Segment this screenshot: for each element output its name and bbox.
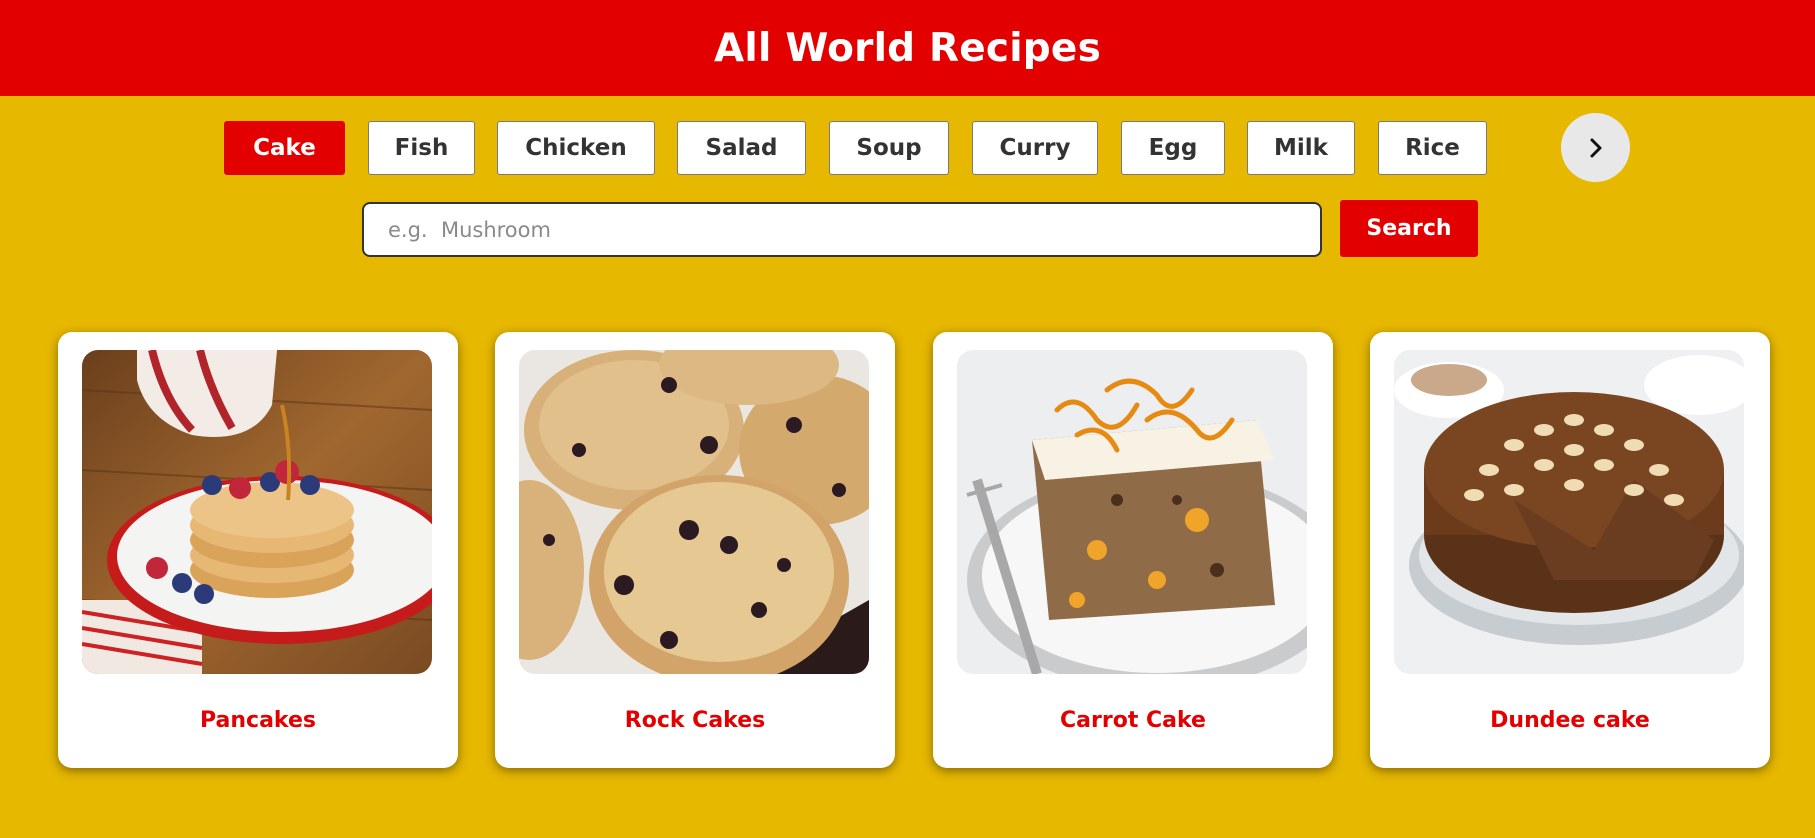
dundee-cake-photo[interactable]	[1394, 350, 1744, 674]
carrot-cake-photo[interactable]	[957, 350, 1307, 674]
category-chip-rice[interactable]: Rice	[1378, 121, 1487, 175]
recipe-title[interactable]: Rock Cakes	[495, 708, 895, 733]
recipe-card-pancakes[interactable]: Pancakes	[58, 332, 458, 768]
category-chip-curry[interactable]: Curry	[972, 121, 1098, 175]
recipe-title[interactable]: Pancakes	[58, 708, 458, 733]
app-header: All World Recipes	[0, 0, 1815, 96]
search-input[interactable]	[362, 202, 1322, 257]
pancakes-photo[interactable]	[82, 350, 432, 674]
recipe-card-rock-cakes[interactable]: Rock Cakes	[495, 332, 895, 768]
page-title: All World Recipes	[714, 25, 1101, 71]
category-chip-salad[interactable]: Salad	[677, 121, 806, 175]
search-button[interactable]: Search	[1340, 200, 1478, 257]
recipe-card-carrot-cake[interactable]: Carrot Cake	[933, 332, 1333, 768]
next-categories-button[interactable]	[1561, 113, 1630, 182]
rock-cakes-photo[interactable]	[519, 350, 869, 674]
recipe-title[interactable]: Dundee cake	[1370, 708, 1770, 733]
category-bar: Cake Fish Chicken Salad Soup Curry Egg M…	[0, 121, 1815, 175]
category-chip-egg[interactable]: Egg	[1121, 121, 1225, 175]
recipe-card-dundee-cake[interactable]: Dundee cake	[1370, 332, 1770, 768]
category-chip-soup[interactable]: Soup	[829, 121, 949, 175]
category-chip-cake[interactable]: Cake	[224, 121, 345, 175]
chevron-right-icon	[1590, 138, 1601, 157]
recipe-title[interactable]: Carrot Cake	[933, 708, 1333, 733]
category-chip-fish[interactable]: Fish	[368, 121, 475, 175]
category-chip-milk[interactable]: Milk	[1247, 121, 1355, 175]
category-chip-chicken[interactable]: Chicken	[497, 121, 655, 175]
